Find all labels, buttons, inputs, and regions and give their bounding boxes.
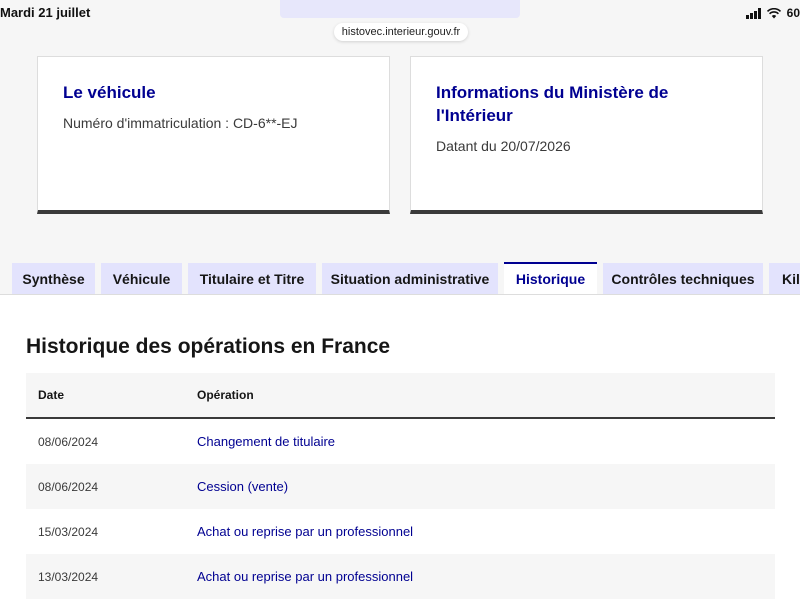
url-bar[interactable]: histovec.interieur.gouv.fr: [334, 23, 468, 41]
ministry-info-date: Datant du 20/07/2026: [436, 138, 571, 154]
tab-list: Synthèse Véhicule Titulaire et Titre Sit…: [0, 262, 800, 296]
tab-situation-administrative[interactable]: Situation administrative: [322, 263, 498, 295]
registration-number: Numéro d'immatriculation : CD-6**-EJ: [63, 115, 298, 131]
status-date: Mardi 21 juillet: [0, 5, 91, 20]
tab-historique[interactable]: Historique: [504, 262, 597, 296]
tab-titulaire-et-titre[interactable]: Titulaire et Titre: [188, 263, 316, 295]
table-header: Date Opération: [26, 373, 775, 419]
row-date: 15/03/2024: [38, 524, 99, 539]
tab-vehicule[interactable]: Véhicule: [101, 263, 182, 295]
battery-level: 60: [786, 6, 800, 20]
tab-kilometrage[interactable]: Kilo: [769, 263, 800, 295]
status-icons: 60: [745, 6, 800, 20]
history-table: Date Opération 08/06/2024 Changement de …: [26, 373, 775, 599]
faded-header-bar: [280, 0, 520, 18]
row-date: 08/06/2024: [38, 434, 99, 449]
table-row: 13/03/2024 Achat ou reprise par un profe…: [26, 554, 775, 599]
column-header-date: Date: [38, 388, 65, 402]
table-row: 08/06/2024 Cession (vente): [26, 464, 775, 509]
cellular-signal-icon: [745, 7, 761, 19]
row-operation-link[interactable]: Achat ou reprise par un professionnel: [197, 524, 775, 539]
row-date: 08/06/2024: [38, 479, 99, 494]
row-operation-link[interactable]: Achat ou reprise par un professionnel: [197, 569, 775, 584]
row-operation-link[interactable]: Cession (vente): [197, 479, 775, 494]
column-header-operation: Opération: [197, 388, 254, 402]
row-date: 13/03/2024: [38, 569, 99, 584]
ministry-card-title: Informations du Ministère de l'Intérieur: [436, 83, 669, 125]
row-operation-link[interactable]: Changement de titulaire: [197, 434, 775, 449]
ministry-card: Informations du Ministère de l'Intérieur…: [410, 56, 763, 214]
table-row: 15/03/2024 Achat ou reprise par un profe…: [26, 509, 775, 554]
tab-controles-techniques[interactable]: Contrôles techniques: [603, 263, 763, 295]
table-row: 08/06/2024 Changement de titulaire: [26, 419, 775, 464]
tab-synthese[interactable]: Synthèse: [12, 263, 95, 295]
history-title: Historique des opérations en France: [26, 335, 391, 358]
vehicle-card: Le véhicule Numéro d'immatriculation : C…: [37, 56, 390, 214]
wifi-icon: [766, 7, 781, 18]
historique-panel: Historique des opérations en France Date…: [0, 294, 800, 600]
vehicle-card-title: Le véhicule: [63, 83, 156, 102]
